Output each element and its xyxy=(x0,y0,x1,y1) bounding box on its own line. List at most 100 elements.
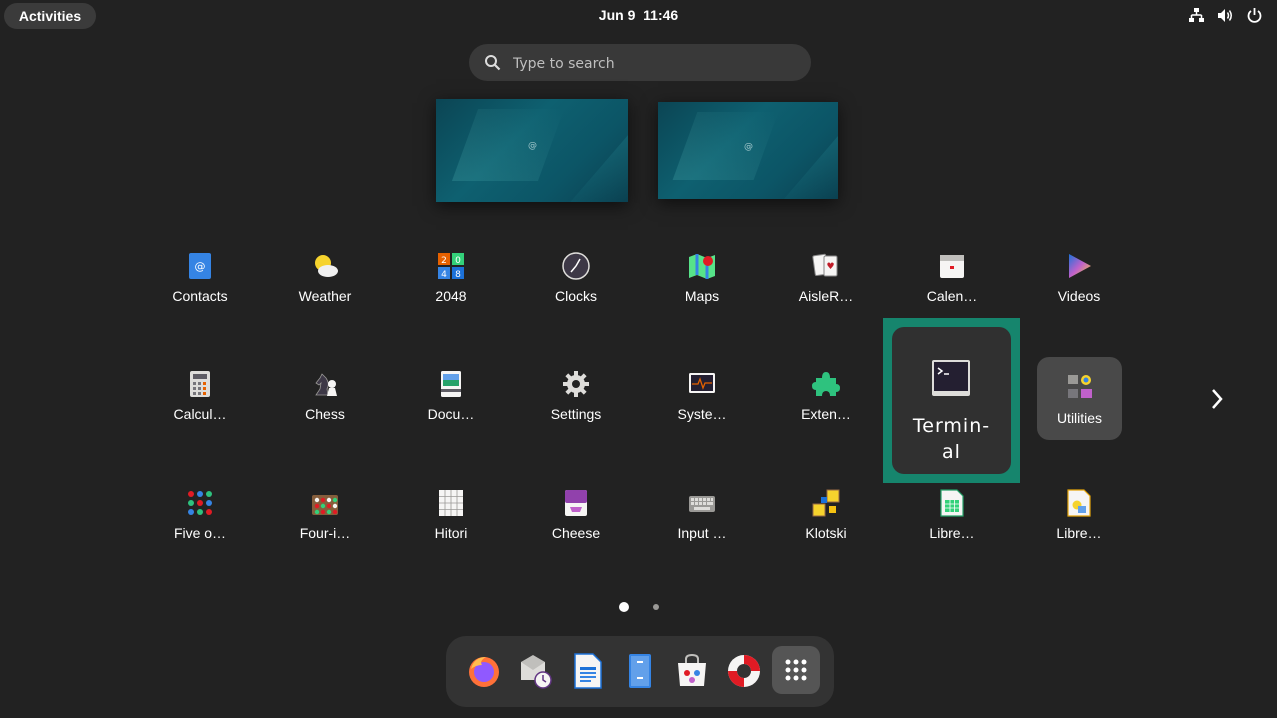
app-five-or-more[interactable]: Five o… xyxy=(150,473,250,569)
app-label: Weather xyxy=(298,288,352,304)
weather-icon xyxy=(315,255,338,277)
app-label: Five o… xyxy=(173,525,227,541)
maps-icon xyxy=(689,254,715,279)
clock-time[interactable]: 11:46 xyxy=(643,7,678,23)
app-chess[interactable]: Chess xyxy=(275,354,375,450)
app-label: Termin- al xyxy=(912,415,991,463)
app-label: Videos xyxy=(1057,288,1101,304)
help-icon[interactable] xyxy=(726,653,762,689)
app-clocks[interactable]: Clocks xyxy=(526,236,626,332)
software-store-icon[interactable] xyxy=(674,653,710,689)
app-2048[interactable]: 2048 2048 xyxy=(401,236,501,332)
app-settings[interactable]: Settings xyxy=(526,354,626,450)
cheese-camera-icon xyxy=(565,490,587,516)
hitori-grid-icon xyxy=(439,490,463,516)
next-page-arrow-icon[interactable] xyxy=(1206,384,1228,414)
app-maps[interactable]: Maps xyxy=(652,236,752,332)
app-label: Klotski xyxy=(805,525,847,541)
top-bar: Activities Jun 9 11:46 xyxy=(0,0,1277,32)
app-label: Calen… xyxy=(926,288,978,304)
keyboard-icon xyxy=(689,496,715,512)
workspace-thumbnail-2[interactable]: @ xyxy=(658,102,838,199)
network-icon[interactable] xyxy=(1188,7,1205,24)
app-label: Libre… xyxy=(929,525,975,541)
app-cheese[interactable]: Cheese xyxy=(526,473,626,569)
search-icon xyxy=(485,55,501,71)
app-input-method[interactable]: Input … xyxy=(652,473,752,569)
app-klotski[interactable]: Klotski xyxy=(776,473,876,569)
svg-text:0: 0 xyxy=(455,256,461,266)
app-terminal-focus-ring[interactable]: Termin- al xyxy=(883,318,1020,483)
app-hitori[interactable]: Hitori xyxy=(401,473,501,569)
app-terminal[interactable]: Termin- al xyxy=(892,327,1011,474)
search-input[interactable] xyxy=(511,44,795,83)
activities-button[interactable]: Activities xyxy=(4,3,96,29)
dash xyxy=(446,636,834,707)
firefox-icon[interactable] xyxy=(466,653,502,689)
klotski-blocks-icon xyxy=(812,489,840,517)
libreoffice-writer-icon[interactable] xyxy=(570,653,606,689)
clock-icon xyxy=(562,252,590,280)
draw-icon xyxy=(1067,489,1091,517)
app-contacts[interactable]: @ Contacts xyxy=(150,236,250,332)
app-label: Docu… xyxy=(427,406,475,422)
app-label: Input … xyxy=(677,525,727,541)
app-label: 2048 xyxy=(435,288,467,304)
spreadsheet-icon xyxy=(940,489,964,517)
app-libreoffice-calc[interactable]: Libre… xyxy=(902,473,1002,569)
app-four-in-a-row[interactable]: Four-i… xyxy=(275,473,375,569)
debian-swirl-icon: @ xyxy=(528,141,537,151)
debian-swirl-icon: @ xyxy=(744,142,753,152)
svg-text:8: 8 xyxy=(455,270,461,280)
puzzle-piece-icon xyxy=(812,372,840,396)
app-aisleriot[interactable]: ♥ AisleR… xyxy=(776,236,876,332)
clock: Jun 9 11:46 xyxy=(0,7,1277,23)
page-dot-2[interactable] xyxy=(653,604,659,610)
app-label: Calcul… xyxy=(173,406,227,422)
app-label: Exten… xyxy=(801,406,851,422)
folder-utilities[interactable]: Utilities xyxy=(1037,357,1122,440)
svg-text:@: @ xyxy=(195,260,206,273)
app-label: Cheese xyxy=(551,525,601,541)
folder-preview-icon xyxy=(1068,375,1092,398)
show-apps-button[interactable] xyxy=(772,646,820,694)
file-manager-icon[interactable] xyxy=(622,653,658,689)
folder-label: Utilities xyxy=(1056,410,1103,426)
app-system-monitor[interactable]: Syste… xyxy=(652,354,752,450)
four-in-a-row-icon xyxy=(312,495,338,515)
app-label: Chess xyxy=(305,406,345,422)
document-scanner-icon xyxy=(441,371,461,397)
app-label: AisleR… xyxy=(798,288,854,304)
app-calculator[interactable]: Calcul… xyxy=(150,354,250,450)
app-label: Hitori xyxy=(434,525,468,541)
app-document-scanner[interactable]: Docu… xyxy=(401,354,501,450)
show-apps-grid-icon xyxy=(785,659,807,681)
system-tray[interactable] xyxy=(1188,7,1263,24)
app-label: Maps xyxy=(684,288,720,304)
app-videos[interactable]: Videos xyxy=(1029,236,1129,332)
app-label: Clocks xyxy=(554,288,597,304)
chess-knight-icon xyxy=(315,373,337,396)
clock-date[interactable]: Jun 9 xyxy=(599,7,636,23)
power-icon[interactable] xyxy=(1246,7,1263,24)
svg-text:♥: ♥ xyxy=(826,262,834,272)
search-bar[interactable] xyxy=(469,44,811,83)
five-or-more-icon xyxy=(188,491,212,515)
app-libreoffice-draw[interactable]: Libre… xyxy=(1029,473,1129,569)
app-weather[interactable]: Weather xyxy=(275,236,375,332)
volume-icon[interactable] xyxy=(1217,7,1234,24)
2048-game-icon: 2 04 8 xyxy=(438,253,464,280)
gear-icon xyxy=(563,371,589,397)
workspace-thumbnail-1[interactable]: @ xyxy=(436,99,628,202)
page-indicators xyxy=(617,602,667,612)
cards-icon: ♥ xyxy=(812,253,838,277)
evolution-mail-icon[interactable] xyxy=(518,653,554,689)
app-label: Settings xyxy=(550,406,602,422)
app-extensions[interactable]: Exten… xyxy=(776,354,876,450)
svg-text:2: 2 xyxy=(441,256,447,266)
calendar-icon xyxy=(940,255,964,278)
page-dot-1[interactable] xyxy=(619,602,629,612)
app-label: Libre… xyxy=(1056,525,1102,541)
terminal-icon xyxy=(932,360,970,396)
app-label: Contacts xyxy=(172,288,228,304)
